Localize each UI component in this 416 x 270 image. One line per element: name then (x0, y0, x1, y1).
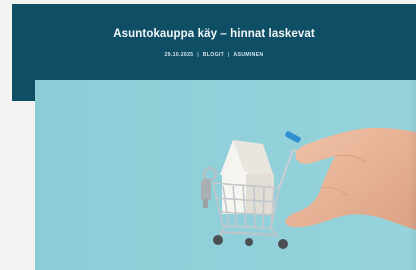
article-meta: 29.10.2025 | BLOGIT | ASUMINEN (12, 52, 416, 58)
article-title: Asuntokauppa käy – hinnat laskevat (113, 28, 315, 40)
tag-link[interactable]: ASUMINEN (233, 52, 263, 58)
hero-image (35, 80, 416, 270)
article-date: 29.10.2025 (164, 52, 194, 58)
meta-separator: | (197, 52, 199, 58)
meta-separator: | (227, 52, 230, 58)
shopping-cart-with-house-icon (35, 80, 416, 270)
page-edge-shadow (408, 80, 416, 270)
category-link[interactable]: BLOGIT (203, 52, 224, 58)
